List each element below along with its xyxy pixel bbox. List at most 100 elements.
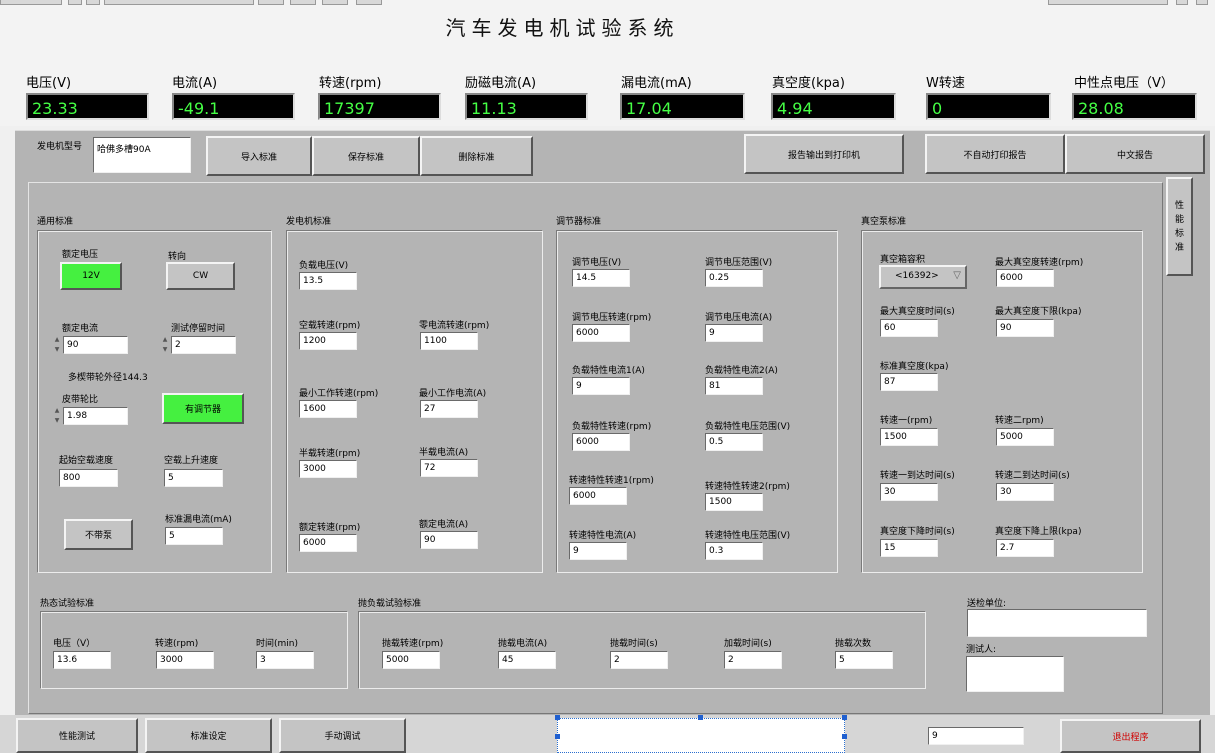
reg-range-input[interactable]: 0.25 — [705, 269, 763, 287]
speed-two-input[interactable]: 5000 — [996, 428, 1054, 446]
belt-ratio-stepper[interactable]: ▲ ▼ — [53, 406, 61, 426]
rise-speed-label: 空载上升速度 — [164, 456, 219, 466]
speed-one-time-input[interactable]: 30 — [880, 483, 938, 501]
reg-current-input[interactable]: 9 — [705, 324, 763, 342]
speed-two-time-input[interactable]: 30 — [996, 483, 1054, 501]
speed-char-current-input[interactable]: 9 — [569, 542, 627, 560]
tester-input[interactable] — [966, 656, 1064, 692]
save-standard-button[interactable]: 保存标准 — [312, 136, 420, 176]
zero-current-speed-input[interactable]: 1100 — [420, 332, 478, 350]
resize-handle[interactable] — [555, 715, 560, 720]
load-current2-input[interactable]: 81 — [705, 377, 763, 395]
drop-upper-input[interactable]: 2.7 — [996, 539, 1054, 557]
add-time-input[interactable]: 2 — [724, 651, 782, 669]
no-auto-print-button[interactable]: 不自动打印报告 — [925, 134, 1065, 174]
std-vacuum-input[interactable]: 87 — [880, 373, 938, 391]
thermal-time-input[interactable]: 3 — [256, 651, 314, 669]
dump-time-input[interactable]: 2 — [610, 651, 668, 669]
reg-voltage-input[interactable]: 14.5 — [572, 269, 630, 287]
meter-label-vacuum: 真空度(kpa) — [772, 76, 845, 91]
dwell-time-input[interactable]: 2 — [171, 336, 236, 354]
max-vacuum-speed-label: 最大真空度转速(rpm) — [995, 258, 1084, 268]
app-title: 汽车发电机试验系统 — [445, 16, 680, 40]
standard-setting-button[interactable]: 标准设定 — [145, 718, 272, 753]
meter-value-voltage: 23.33 — [26, 93, 149, 120]
dropdown-arrow-icon: ▽ — [953, 270, 961, 281]
half-load-current-input[interactable]: 72 — [420, 459, 478, 477]
half-load-speed-input[interactable]: 3000 — [299, 460, 357, 478]
load-speed-input[interactable]: 6000 — [572, 433, 630, 451]
thermal-group — [40, 611, 348, 689]
max-vacuum-time-input[interactable]: 60 — [880, 319, 938, 337]
dump-speed-input[interactable]: 5000 — [382, 651, 440, 669]
max-vacuum-low-label: 最大真空度下限(kpa) — [995, 307, 1082, 317]
resize-handle[interactable] — [842, 715, 847, 720]
load-voltage-range-input[interactable]: 0.5 — [705, 433, 763, 451]
thermal-voltage-input[interactable]: 13.6 — [53, 651, 111, 669]
resize-handle[interactable] — [555, 734, 560, 739]
thermal-time-label: 时间(min) — [256, 639, 298, 649]
inspection-unit-input[interactable] — [967, 609, 1147, 637]
dump-current-input[interactable]: 45 — [498, 651, 556, 669]
half-load-speed-label: 半载转速(rpm) — [299, 449, 361, 459]
toolbar-fragment — [0, 0, 62, 5]
print-report-button[interactable]: 报告输出到打印机 — [744, 134, 904, 174]
speed-char-speed1-input[interactable]: 6000 — [569, 487, 627, 505]
manual-debug-button[interactable]: 手动调试 — [279, 718, 406, 753]
half-load-current-label: 半载电流(A) — [419, 448, 469, 458]
vacuum-volume-value: <16392> — [895, 271, 939, 281]
no-pump-button[interactable]: 不带泵 — [64, 519, 133, 550]
vacuum-volume-label: 真空箱容积 — [880, 255, 926, 265]
chinese-report-button[interactable]: 中文报告 — [1065, 134, 1205, 174]
toolbar-fragment — [322, 0, 348, 5]
min-work-speed-input[interactable]: 1600 — [299, 400, 357, 418]
gen-rated-current-label: 额定电流(A) — [419, 520, 469, 530]
min-work-current-input[interactable]: 27 — [420, 400, 478, 418]
thermal-speed-input[interactable]: 3000 — [156, 651, 214, 669]
start-speed-input[interactable]: 800 — [59, 469, 118, 487]
drop-time-label: 真空度下降时间(s) — [880, 527, 955, 537]
regulator-toggle-button[interactable]: 有调节器 — [162, 393, 244, 424]
tab-performance-standard[interactable]: 性能标准 — [1166, 177, 1193, 276]
load-voltage-range-label: 负载特性电压范围(V) — [705, 422, 791, 432]
speed-char-vrange-input[interactable]: 0.3 — [705, 542, 763, 560]
drop-time-input[interactable]: 15 — [880, 539, 938, 557]
inspection-unit-label: 送检单位: — [967, 599, 1007, 609]
exit-program-button[interactable]: 退出程序 — [1060, 719, 1201, 753]
rated-current-input[interactable]: 90 — [63, 336, 128, 354]
rated-voltage-button[interactable]: 12V — [60, 262, 122, 290]
load-current1-input[interactable]: 9 — [572, 377, 630, 395]
gen-rated-current-input[interactable]: 90 — [420, 531, 478, 549]
speed-one-input[interactable]: 1500 — [880, 428, 938, 446]
toolbar-fragment — [104, 0, 254, 5]
load-voltage-label: 负载电压(V) — [299, 261, 349, 271]
dump-count-input[interactable]: 5 — [835, 651, 893, 669]
vacuum-volume-select[interactable]: <16392> ▽ — [879, 265, 967, 289]
resize-handle[interactable] — [698, 715, 703, 720]
belt-ratio-label: 皮带轮比 — [62, 395, 99, 405]
belt-ratio-input[interactable]: 1.98 — [63, 407, 128, 425]
import-standard-button[interactable]: 导入标准 — [206, 136, 312, 176]
leak-current-input[interactable]: 5 — [165, 527, 223, 545]
max-vacuum-low-input[interactable]: 90 — [996, 319, 1054, 337]
direction-button[interactable]: CW — [166, 262, 235, 290]
resize-handle[interactable] — [842, 734, 847, 739]
speed-char-speed1-label: 转速特性转速1(rpm) — [569, 476, 654, 486]
toolbar-fragment — [1196, 0, 1208, 5]
zero-current-speed-label: 零电流转速(rpm) — [419, 321, 490, 331]
load-voltage-input[interactable]: 13.5 — [299, 272, 357, 290]
selected-blank-field[interactable] — [557, 718, 845, 753]
rated-speed-input[interactable]: 6000 — [299, 534, 357, 552]
speed-char-speed2-input[interactable]: 1500 — [705, 493, 763, 511]
delete-standard-button[interactable]: 删除标准 — [420, 136, 533, 176]
reg-speed-input[interactable]: 6000 — [572, 324, 630, 342]
model-input[interactable]: 哈佛多槽90A — [93, 137, 191, 173]
rise-speed-input[interactable]: 5 — [164, 469, 223, 487]
drop-upper-label: 真空度下降上限(kpa) — [995, 527, 1082, 537]
max-vacuum-speed-input[interactable]: 6000 — [996, 269, 1054, 287]
idle-speed-input[interactable]: 1200 — [299, 332, 357, 350]
dwell-time-stepper[interactable]: ▲ ▼ — [161, 335, 169, 355]
rated-current-stepper[interactable]: ▲ ▼ — [53, 335, 61, 355]
performance-test-button[interactable]: 性能测试 — [16, 718, 138, 753]
meter-value-excitation: 11.13 — [465, 93, 588, 120]
